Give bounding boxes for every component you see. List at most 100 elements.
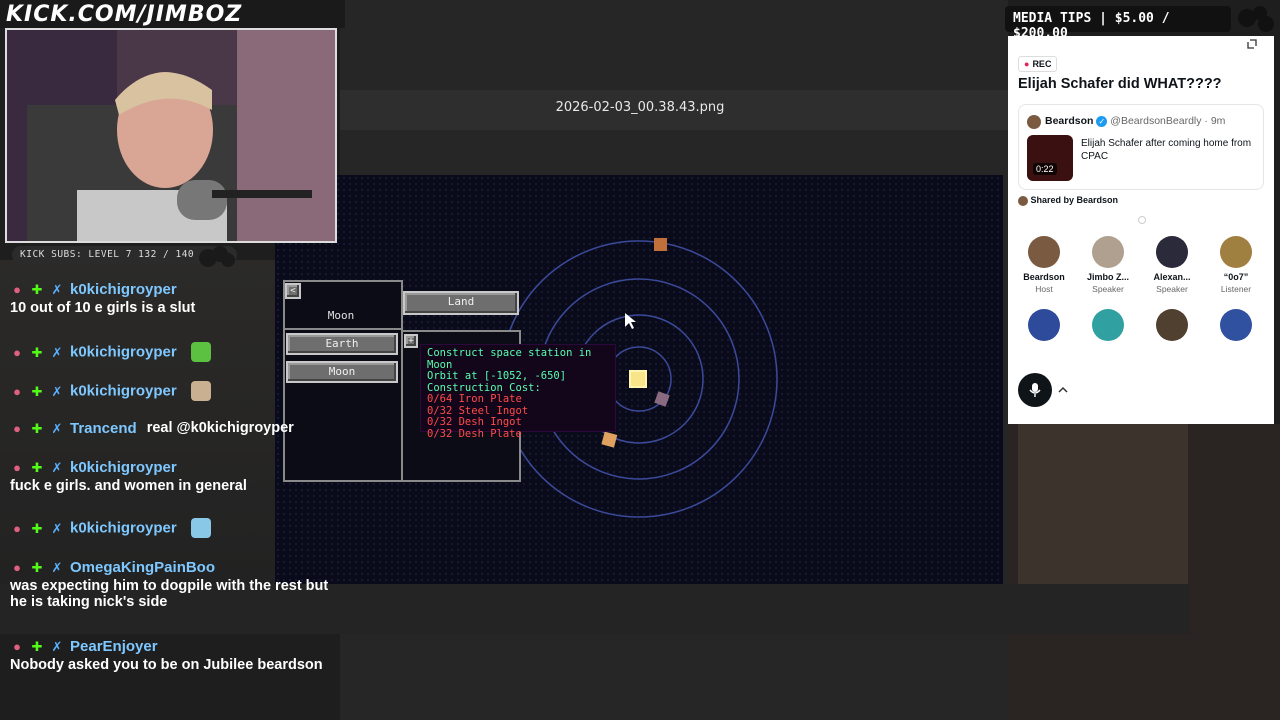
- loading-dot: [1138, 216, 1146, 224]
- green-blob-emote: [190, 342, 211, 362]
- chat-text: real @k0kichigroyper: [146, 420, 294, 437]
- tooltip-cost-item: 0/64 Iron Plate: [427, 393, 522, 405]
- sword-badge-icon: ✗: [51, 560, 63, 576]
- tooltip-cost-item: 0/32 Desh Plate: [427, 427, 522, 440]
- participant-name: Alexan...: [1153, 272, 1191, 282]
- participant-name: “0o7”: [1223, 272, 1249, 282]
- expand-icon[interactable]: [1246, 38, 1258, 50]
- gift-badge-icon: ✚: [31, 384, 43, 400]
- chat-username[interactable]: Trancend: [70, 420, 137, 437]
- sub-badge-icon: ●: [13, 560, 21, 576]
- x-space-panel: ● REC Elijah Schafer did WHAT???? Beardso…: [1008, 36, 1274, 424]
- space-participant[interactable]: Jimbo Z... Speaker: [1078, 236, 1138, 294]
- land-button[interactable]: Land: [403, 291, 519, 315]
- sword-badge-icon: ✗: [51, 639, 63, 655]
- sub-badge-icon: ●: [13, 282, 21, 298]
- body-button-earth[interactable]: Earth: [286, 333, 398, 355]
- sword-badge-icon: ✗: [51, 384, 63, 400]
- participant-avatar: [1092, 236, 1124, 268]
- sub-badge-icon: ●: [13, 384, 21, 400]
- planet-red: [654, 238, 667, 251]
- chat-badges: ● ✚ ✗: [10, 638, 70, 654]
- channel-url: KICK.COM/JIMBOZ: [6, 2, 243, 27]
- tweet-avatar: [1027, 115, 1041, 129]
- gift-badge-icon: ✚: [31, 282, 43, 298]
- participant-role: Speaker: [1156, 284, 1188, 294]
- participant-avatar[interactable]: [1220, 309, 1252, 341]
- tooltip-title: Construct space station in Moon: [427, 347, 592, 371]
- construct-tooltip: Construct space station in Moon Orbit at…: [420, 344, 616, 439]
- microphone-button[interactable]: [1018, 373, 1052, 407]
- sub-badge-icon: ●: [13, 421, 21, 437]
- participant-avatar[interactable]: [1156, 309, 1188, 341]
- gift-badge-icon: ✚: [31, 421, 43, 437]
- tips-logo-icon: [1238, 6, 1274, 32]
- sword-badge-icon: ✗: [51, 345, 63, 361]
- microphone-icon: [1029, 383, 1041, 397]
- chat-username[interactable]: k0kichigroyper: [70, 281, 177, 298]
- chat-username[interactable]: k0kichigroyper: [70, 383, 177, 400]
- space-title: Elijah Schafer did WHAT????: [1018, 76, 1222, 92]
- chat-text: was expecting him to dogpile with the re…: [10, 577, 329, 610]
- pinned-tweet[interactable]: Beardson ✓ @BeardsonBeardly · 9m 0:22 El…: [1018, 104, 1264, 190]
- gift-badge-icon: ✚: [31, 521, 43, 537]
- participant-role: Host: [1035, 284, 1053, 294]
- chat-message: ● ✚ ✗ OmegaKingPainBoo was expecting him to …: [10, 558, 330, 610]
- chat-badges: ● ✚ ✗: [10, 344, 70, 360]
- chat-badges: ● ✚ ✗: [10, 559, 70, 575]
- tweet-handle: @BeardsonBeardly · 9m: [1110, 115, 1226, 127]
- participant-avatar[interactable]: [1028, 309, 1060, 341]
- channel-banner: KICK.COM/JIMBOZ: [0, 0, 345, 28]
- chat-text: fuck e girls. and women in general: [10, 477, 247, 494]
- image-filename: 2026-02-03_00.38.43.png: [555, 100, 725, 115]
- participant-role: Speaker: [1092, 284, 1124, 294]
- space-participant[interactable]: Alexan... Speaker: [1142, 236, 1202, 294]
- sword-badge-icon: ✗: [51, 421, 63, 437]
- sword-badge-icon: ✗: [51, 521, 63, 537]
- participant-avatar: [1156, 236, 1188, 268]
- participant-avatar[interactable]: [1092, 309, 1124, 341]
- chat-badges: ● ✚ ✗: [10, 281, 70, 297]
- chevron-up-icon[interactable]: [1057, 385, 1069, 395]
- chat-message: ● ✚ ✗ k0kichigroyper: [10, 518, 211, 538]
- space-participant[interactable]: “0o7” Listener: [1206, 236, 1266, 294]
- sharer-avatar: [1018, 195, 1028, 206]
- body-button-moon[interactable]: Moon: [286, 361, 398, 383]
- sub-badge-icon: ●: [13, 345, 21, 361]
- media-tips-bar: MEDIA TIPS | $5.00 / $200.00: [1005, 6, 1231, 41]
- tweet-author: Beardson: [1045, 115, 1094, 127]
- add-station-button[interactable]: +: [404, 334, 418, 348]
- sub-badge-icon: ●: [13, 460, 21, 476]
- chat-text: Nobody asked you to be on Jubilee beards…: [10, 656, 323, 673]
- chat-username[interactable]: k0kichigroyper: [70, 344, 177, 361]
- chat-username[interactable]: k0kichigroyper: [70, 520, 177, 537]
- tweet-video-thumbnail[interactable]: 0:22: [1027, 135, 1073, 181]
- webcam-feed: [5, 28, 337, 243]
- chat-username[interactable]: OmegaKingPainBoo: [70, 559, 215, 576]
- kick-logo-icon: [199, 246, 235, 267]
- participant-avatar: [1028, 236, 1060, 268]
- tweet-text: Elijah Schafer after coming home from CP…: [1081, 138, 1252, 162]
- chat-badges: ● ✚ ✗: [10, 383, 70, 399]
- chat-username[interactable]: PearEnjoyer: [70, 638, 158, 655]
- participant-role: Listener: [1220, 284, 1252, 294]
- chat-message: ● ✚ ✗ Trancend real @k0kichigroyper: [10, 419, 294, 437]
- video-duration: 0:22: [1033, 163, 1057, 175]
- chat-message: ● ✚ ✗ k0kichigroyper fuck e girls. and women…: [10, 458, 330, 494]
- sub-badge-icon: ●: [13, 639, 21, 655]
- chat-message: ● ✚ ✗ k0kichigroyper: [10, 381, 211, 401]
- chat-username[interactable]: k0kichigroyper: [70, 459, 177, 476]
- sub-badge-icon: ●: [13, 521, 21, 537]
- verified-icon: ✓: [1096, 115, 1108, 127]
- gift-badge-icon: ✚: [31, 460, 43, 476]
- chat-badges: ● ✚ ✗: [10, 420, 70, 436]
- gift-badge-icon: ✚: [31, 345, 43, 361]
- skull-emote: [190, 381, 211, 401]
- participant-avatar: [1220, 236, 1252, 268]
- sun: [629, 370, 647, 388]
- chat-badges: ● ✚ ✗: [10, 520, 70, 536]
- space-participant[interactable]: Beardson Host: [1014, 236, 1074, 294]
- participant-name: Jimbo Z...: [1086, 272, 1129, 282]
- sword-badge-icon: ✗: [51, 282, 63, 298]
- blue-square-emote: [190, 518, 211, 538]
